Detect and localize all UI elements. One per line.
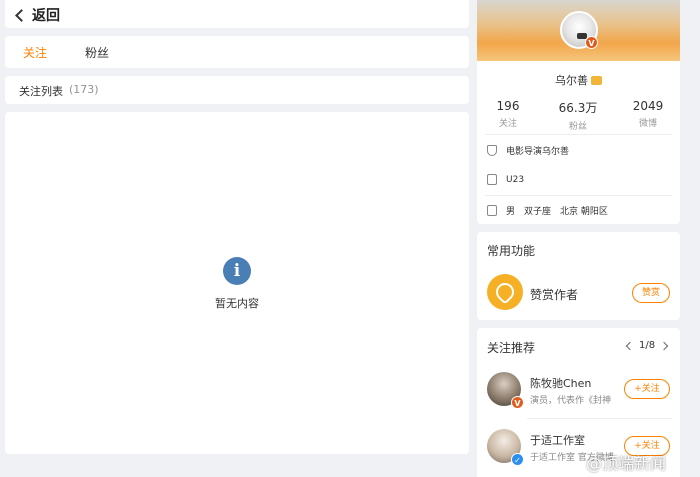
tab-fans[interactable]: 粉丝 <box>85 44 109 61</box>
divider <box>527 418 672 419</box>
recommendation-desc: 演员，代表作《封神 <box>530 396 612 406</box>
info-row-title: 电影导演乌尔善 <box>487 144 569 157</box>
id-card-icon <box>487 205 497 216</box>
tab-following[interactable]: 关注 <box>23 44 47 61</box>
follow-list-content: i 暂无内容 <box>5 112 469 454</box>
recommendation-name[interactable]: 陈牧驰Chen <box>530 375 591 391</box>
info-icon: i <box>223 257 251 285</box>
verified-badge-icon: V <box>511 396 524 409</box>
recommendation-name[interactable]: 于适工作室 <box>530 432 585 448</box>
stat-posts-label: 微博 <box>638 119 657 129</box>
profile-name[interactable]: 乌尔善 <box>555 74 588 87</box>
recommendations-title: 关注推荐 <box>487 341 536 355</box>
profile-name-row: 乌尔善 <box>477 72 680 88</box>
empty-state-text: 暂无内容 <box>215 297 259 310</box>
recommendations-page: 1/8 <box>639 340 656 351</box>
follow-list-header: 关注列表 (173) <box>5 76 469 104</box>
tip-button[interactable]: 赞赏 <box>632 283 670 303</box>
recommendations-pager: 1/8 <box>625 340 669 351</box>
tab-bar: 关注 粉丝 <box>5 36 469 68</box>
stat-following-label: 关注 <box>498 119 517 129</box>
watermark: @顶端新闻 <box>586 454 667 473</box>
document-icon <box>487 174 497 185</box>
divider <box>485 195 672 196</box>
stat-following[interactable]: 196 关注 <box>478 99 538 129</box>
info-zodiac: 双子座 <box>524 207 552 217</box>
chevron-left-icon <box>15 9 28 22</box>
shield-icon <box>487 145 497 156</box>
tip-author-label: 赞赏作者 <box>530 288 579 302</box>
back-label: 返回 <box>32 8 60 24</box>
info-row-tag: U23 <box>487 174 524 185</box>
info-gender: 男 <box>506 207 516 217</box>
follow-list-label: 关注列表 <box>19 85 63 98</box>
divider <box>485 134 672 135</box>
info-row-basic: 男 双子座 北京 朝阳区 <box>487 204 608 217</box>
info-title: 电影导演乌尔善 <box>506 147 570 157</box>
follow-list-count: (173) <box>69 83 99 96</box>
stat-following-value: 196 <box>496 99 520 113</box>
verified-badge-icon: V <box>585 36 598 49</box>
info-tag: U23 <box>506 174 525 185</box>
profile-card: V 乌尔善 196 关注 66.3万 粉丝 2049 微博 电影导演乌尔善 U2… <box>477 0 680 224</box>
tip-heart-icon <box>487 274 523 310</box>
chevron-right-icon[interactable] <box>659 341 669 350</box>
stat-posts-value: 2049 <box>632 99 664 113</box>
chevron-left-icon[interactable] <box>625 341 635 350</box>
back-button[interactable]: 返回 <box>15 5 60 25</box>
stat-fans[interactable]: 66.3万 粉丝 <box>548 99 608 132</box>
info-location: 北京 朝阳区 <box>560 207 608 217</box>
crown-icon <box>591 76 602 85</box>
common-functions-card: 常用功能 赞赏作者 赞赏 <box>477 232 680 320</box>
top-bar: 返回 <box>5 0 469 28</box>
stat-fans-label: 粉丝 <box>568 122 587 132</box>
verified-badge-icon: ✓ <box>511 453 524 466</box>
stat-fans-value: 66.3万 <box>558 101 598 115</box>
follow-button[interactable]: +关注 <box>624 379 670 399</box>
stat-posts[interactable]: 2049 微博 <box>618 99 678 129</box>
common-functions-title: 常用功能 <box>487 244 536 258</box>
